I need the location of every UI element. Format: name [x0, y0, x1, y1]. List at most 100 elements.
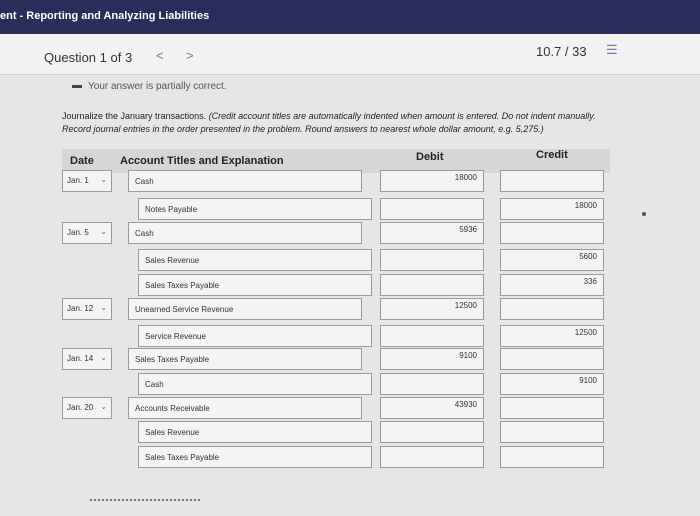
account-field[interactable]: Sales Taxes Payable [128, 348, 362, 370]
table-row: Jan. 5 ⌄ Cash 5936 [62, 222, 610, 244]
credit-input[interactable]: 9100 [500, 373, 604, 395]
feedback-banner: Your answer is partially correct. [72, 81, 227, 92]
account-value: Accounts Receivable [135, 404, 210, 413]
account-field[interactable]: Sales Taxes Payable [138, 274, 372, 296]
table-row: Sales Taxes Payable 336 [62, 274, 610, 296]
next-section-edge [90, 499, 200, 507]
chevron-down-icon: ⌄ [100, 353, 107, 362]
credit-value: 18000 [574, 201, 597, 210]
account-value: Service Revenue [145, 332, 206, 341]
marker-dot [642, 212, 646, 216]
chevron-down-icon: ⌄ [100, 227, 107, 236]
table-row: Jan. 14 ⌄ Sales Taxes Payable 9100 [62, 348, 610, 370]
feedback-text: Your answer is partially correct. [88, 81, 227, 92]
credit-input[interactable] [500, 298, 604, 320]
debit-input[interactable]: 5936 [380, 222, 484, 244]
debit-input[interactable] [380, 274, 484, 296]
instructions-plain: Journalize the January transactions. [62, 111, 209, 121]
question-bar: Question 1 of 3 < > 10.7 / 33 ☰ [0, 34, 700, 75]
credit-input[interactable] [500, 421, 604, 443]
account-value: Cash [135, 177, 154, 186]
debit-value: 12500 [454, 301, 477, 310]
credit-value: 9100 [579, 376, 597, 385]
instructions: Journalize the January transactions. (Cr… [62, 110, 622, 136]
account-field[interactable]: Sales Revenue [138, 421, 372, 443]
table-row: Sales Revenue 5600 [62, 249, 610, 271]
debit-input[interactable] [380, 325, 484, 347]
assignment-title: ent - Reporting and Analyzing Liabilitie… [0, 10, 210, 22]
account-field[interactable]: Unearned Service Revenue [128, 298, 362, 320]
top-bar: ent - Reporting and Analyzing Liabilitie… [0, 0, 700, 34]
credit-input[interactable] [500, 348, 604, 370]
account-field[interactable]: Cash [128, 170, 362, 192]
date-value: Jan. 1 [67, 176, 89, 185]
chevron-down-icon: ⌄ [100, 175, 107, 184]
list-icon[interactable]: ☰ [606, 42, 624, 58]
account-field[interactable]: Sales Revenue [138, 249, 372, 271]
date-value: Jan. 14 [67, 354, 94, 363]
account-value: Sales Revenue [145, 428, 200, 437]
debit-input[interactable] [380, 249, 484, 271]
date-select[interactable]: Jan. 5 ⌄ [62, 222, 112, 244]
header-credit: Credit [536, 149, 568, 161]
account-field[interactable]: Cash [128, 222, 362, 244]
debit-input[interactable] [380, 446, 484, 468]
debit-input[interactable]: 43930 [380, 397, 484, 419]
credit-input[interactable]: 12500 [500, 325, 604, 347]
account-value: Sales Taxes Payable [145, 453, 220, 462]
date-value: Jan. 20 [67, 403, 94, 412]
table-row: Sales Revenue [62, 421, 610, 443]
debit-value: 18000 [454, 173, 477, 182]
date-select[interactable]: Jan. 14 ⌄ [62, 348, 112, 370]
debit-value: 5936 [459, 225, 477, 234]
chevron-left-icon[interactable]: < [156, 48, 164, 63]
table-row: Cash 9100 [62, 373, 610, 395]
account-field[interactable]: Service Revenue [138, 325, 372, 347]
credit-input[interactable] [500, 222, 604, 244]
credit-value: 12500 [574, 328, 597, 337]
header-date: Date [70, 155, 94, 167]
partial-icon [72, 85, 82, 88]
account-value: Sales Taxes Payable [145, 281, 220, 290]
table-row: Service Revenue 12500 [62, 325, 610, 347]
account-value: Cash [145, 380, 164, 389]
credit-value: 5600 [579, 252, 597, 261]
account-field[interactable]: Accounts Receivable [128, 397, 362, 419]
score: 10.7 / 33 [536, 44, 587, 59]
chevron-right-icon[interactable]: > [186, 48, 194, 63]
table-row: Notes Payable 18000 [62, 198, 610, 220]
table-row: Jan. 12 ⌄ Unearned Service Revenue 12500 [62, 298, 610, 320]
question-content: Your answer is partially correct. Journa… [0, 75, 700, 516]
table-row: Jan. 1 ⌄ Cash 18000 [62, 170, 610, 192]
account-field[interactable]: Cash [138, 373, 372, 395]
account-field[interactable]: Notes Payable [138, 198, 372, 220]
date-value: Jan. 5 [67, 228, 89, 237]
debit-input[interactable]: 9100 [380, 348, 484, 370]
credit-input[interactable] [500, 397, 604, 419]
account-value: Sales Taxes Payable [135, 355, 210, 364]
credit-input[interactable] [500, 170, 604, 192]
date-select[interactable]: Jan. 12 ⌄ [62, 298, 112, 320]
debit-value: 43930 [454, 400, 477, 409]
date-select[interactable]: Jan. 20 ⌄ [62, 397, 112, 419]
credit-input[interactable]: 18000 [500, 198, 604, 220]
debit-value: 9100 [459, 351, 477, 360]
credit-input[interactable] [500, 446, 604, 468]
account-value: Notes Payable [145, 205, 198, 214]
credit-input[interactable]: 5600 [500, 249, 604, 271]
debit-input[interactable] [380, 198, 484, 220]
chevron-down-icon: ⌄ [100, 303, 107, 312]
header-account: Account Titles and Explanation [120, 155, 284, 167]
credit-input[interactable]: 336 [500, 274, 604, 296]
debit-input[interactable] [380, 373, 484, 395]
debit-input[interactable] [380, 421, 484, 443]
account-value: Sales Revenue [145, 256, 200, 265]
account-value: Cash [135, 229, 154, 238]
date-select[interactable]: Jan. 1 ⌄ [62, 170, 112, 192]
account-field[interactable]: Sales Taxes Payable [138, 446, 372, 468]
date-value: Jan. 12 [67, 304, 94, 313]
debit-input[interactable]: 18000 [380, 170, 484, 192]
debit-input[interactable]: 12500 [380, 298, 484, 320]
chevron-down-icon: ⌄ [100, 402, 107, 411]
table-row: Jan. 20 ⌄ Accounts Receivable 43930 [62, 397, 610, 419]
